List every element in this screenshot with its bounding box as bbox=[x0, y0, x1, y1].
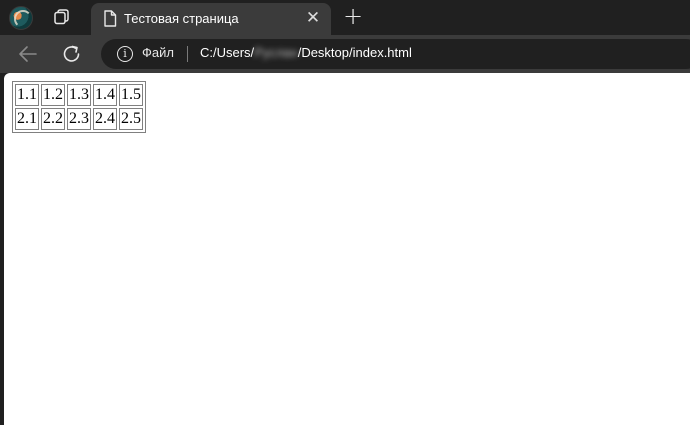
table-cell: 1.3 bbox=[67, 84, 91, 106]
table-row: 1.1 1.2 1.3 1.4 1.5 bbox=[15, 84, 143, 106]
tab-title: Тестовая страница bbox=[124, 11, 239, 26]
table-cell: 2.3 bbox=[67, 108, 91, 130]
data-table: 1.1 1.2 1.3 1.4 1.5 2.1 2.2 2.3 2.4 2.5 bbox=[12, 81, 146, 133]
site-info-label[interactable]: Файл bbox=[142, 45, 174, 60]
table-cell: 2.4 bbox=[93, 108, 117, 130]
address-bar[interactable]: i Файл C:/Users/Руслан/Desktop/index.htm… bbox=[101, 39, 690, 69]
table-cell: 2.1 bbox=[15, 108, 39, 130]
table-cell: 1.1 bbox=[15, 84, 39, 106]
profile-avatar[interactable] bbox=[9, 6, 33, 30]
separator bbox=[187, 46, 188, 62]
url-obscured-username: Руслан bbox=[254, 45, 298, 60]
url-suffix: /Desktop/index.html bbox=[297, 45, 412, 60]
table-row: 2.1 2.2 2.3 2.4 2.5 bbox=[15, 108, 143, 130]
reload-icon[interactable] bbox=[58, 41, 86, 67]
close-icon[interactable]: ✕ bbox=[303, 9, 323, 29]
tab-strip: Тестовая страница ✕ + bbox=[0, 0, 690, 35]
new-tab-button[interactable]: + bbox=[340, 4, 366, 30]
table-cell: 1.5 bbox=[119, 84, 143, 106]
table-cell: 1.4 bbox=[93, 84, 117, 106]
toolbar: i Файл C:/Users/Руслан/Desktop/index.htm… bbox=[0, 35, 690, 73]
url-prefix: C:/Users/ bbox=[200, 45, 255, 60]
page-viewport: 1.1 1.2 1.3 1.4 1.5 2.1 2.2 2.3 2.4 2.5 bbox=[4, 73, 690, 425]
table-cell: 2.2 bbox=[41, 108, 65, 130]
table-cell: 2.5 bbox=[119, 108, 143, 130]
tab-active[interactable]: Тестовая страница ✕ bbox=[91, 3, 331, 35]
table-cell: 1.2 bbox=[41, 84, 65, 106]
url-text[interactable]: C:/Users/Руслан/Desktop/index.html bbox=[200, 45, 412, 60]
back-arrow-icon[interactable] bbox=[14, 42, 42, 66]
info-icon[interactable]: i bbox=[117, 46, 133, 62]
page-icon bbox=[104, 10, 117, 27]
workspaces-icon[interactable] bbox=[52, 8, 70, 26]
